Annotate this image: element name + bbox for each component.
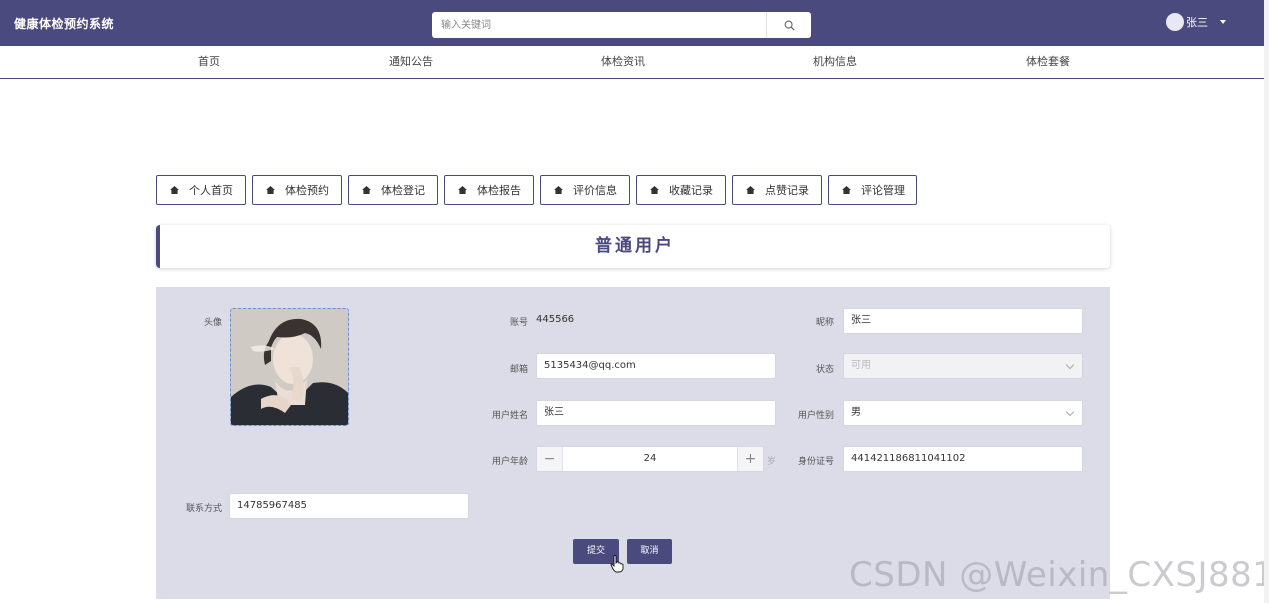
tab-label: 体检报告	[477, 184, 521, 197]
tab-label: 收藏记录	[669, 184, 713, 197]
status-select: 可用	[843, 353, 1083, 379]
search-icon	[784, 20, 795, 31]
search-input[interactable]	[432, 12, 766, 38]
nav-item-home[interactable]: 首页	[198, 46, 220, 78]
account-label: 账号	[509, 318, 528, 328]
tab-comments[interactable]: 评论管理	[828, 175, 917, 205]
home-icon	[170, 186, 179, 194]
status-label: 状态	[815, 365, 834, 375]
profile-form: 头像 账号 445566 邮箱 5135434@qq.com 用户姓名 张三 用…	[156, 287, 1110, 599]
username-label: 用户姓名	[491, 411, 528, 421]
tab-appointment[interactable]: 体检预约	[252, 175, 342, 205]
tab-label: 评价信息	[573, 184, 617, 197]
status-value: 可用	[851, 360, 871, 371]
app-title: 健康体检预约系统	[14, 17, 115, 31]
decrement-button[interactable]: −	[537, 447, 563, 471]
email-label: 邮箱	[509, 365, 528, 375]
tab-registration[interactable]: 体检登记	[348, 175, 438, 205]
home-icon	[266, 186, 275, 194]
chevron-down-icon	[1065, 360, 1075, 370]
nickname-label: 昵称	[815, 318, 834, 328]
contact-field[interactable]: 14785967485	[229, 493, 469, 519]
avatar-label: 头像	[203, 318, 222, 328]
nav-item-notices[interactable]: 通知公告	[389, 46, 433, 78]
tab-label: 点赞记录	[765, 184, 809, 197]
tab-reviews[interactable]: 评价信息	[540, 175, 630, 205]
page-title: 普通用户	[156, 225, 1110, 268]
user-name: 张三	[1186, 16, 1208, 29]
account-value: 445566	[536, 314, 575, 325]
tab-label: 体检预约	[285, 184, 329, 197]
tab-favorites[interactable]: 收藏记录	[636, 175, 726, 205]
avatar	[1166, 13, 1184, 31]
chevron-down-icon	[1220, 20, 1226, 24]
home-icon	[362, 186, 371, 194]
cancel-button[interactable]: 取消	[627, 539, 672, 564]
tab-label: 个人首页	[189, 184, 233, 197]
gender-value: 男	[851, 407, 861, 418]
gender-label: 用户性别	[797, 411, 834, 421]
tab-label: 评论管理	[861, 184, 905, 197]
home-icon	[554, 186, 563, 194]
tab-label: 体检登记	[381, 184, 425, 197]
username-field[interactable]: 张三	[536, 400, 776, 426]
hand-cursor-icon	[610, 555, 624, 573]
increment-button[interactable]: +	[737, 447, 763, 471]
tab-report[interactable]: 体检报告	[444, 175, 534, 205]
idcard-label: 身份证号	[797, 457, 834, 467]
idcard-field[interactable]: 441421186811041102	[843, 446, 1083, 472]
top-bar: 健康体检预约系统 张三	[0, 0, 1269, 46]
tab-profile-home[interactable]: 个人首页	[156, 175, 246, 205]
main-nav: 首页 通知公告 体检资讯 机构信息 体检套餐	[0, 46, 1269, 79]
home-icon	[746, 186, 755, 194]
gender-select[interactable]: 男	[843, 400, 1083, 426]
avatar-upload[interactable]	[230, 308, 349, 426]
scrollbar[interactable]	[1264, 0, 1269, 603]
profile-photo	[231, 309, 348, 425]
watermark: CSDN @Weixin_CXSJ881	[849, 555, 1269, 595]
nickname-field[interactable]: 张三	[843, 308, 1083, 334]
contact-label: 联系方式	[185, 504, 222, 514]
search-button[interactable]	[766, 12, 811, 38]
email-field[interactable]: 5135434@qq.com	[536, 353, 776, 379]
age-label: 用户年龄	[491, 457, 528, 467]
age-value[interactable]: 24	[564, 447, 736, 471]
tab-likes[interactable]: 点赞记录	[732, 175, 822, 205]
chevron-down-icon	[1065, 407, 1075, 417]
user-menu[interactable]: 张三	[1166, 13, 1226, 31]
search-box	[432, 12, 811, 38]
home-icon	[458, 186, 467, 194]
home-icon	[650, 186, 659, 194]
nav-item-packages[interactable]: 体检套餐	[1026, 46, 1070, 78]
home-icon	[842, 186, 851, 194]
nav-item-news[interactable]: 体检资讯	[601, 46, 645, 78]
nav-item-institutions[interactable]: 机构信息	[813, 46, 857, 78]
age-stepper: − 24 +	[536, 446, 764, 472]
